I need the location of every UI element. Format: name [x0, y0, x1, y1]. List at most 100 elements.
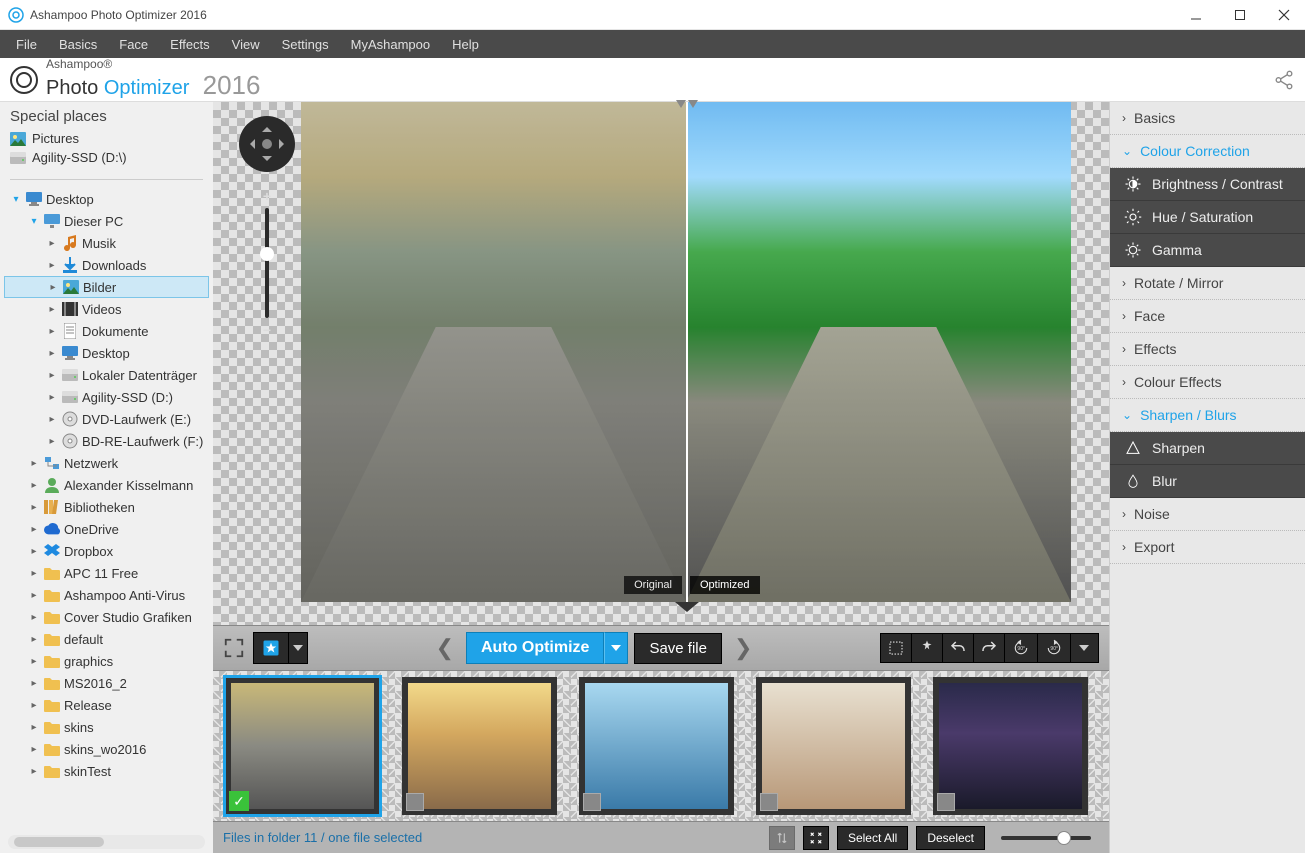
- menu-settings[interactable]: Settings: [272, 33, 339, 56]
- place-agility-ssd-d-[interactable]: Agility-SSD (D:\): [10, 148, 203, 167]
- panel-face[interactable]: ›Face: [1110, 300, 1305, 333]
- split-divider[interactable]: [686, 102, 688, 602]
- expand-arrow-icon[interactable]: ▸: [28, 524, 40, 535]
- tree-lokaler-datentr-ger[interactable]: ▸Lokaler Datenträger: [4, 364, 209, 386]
- undo-button[interactable]: [943, 633, 974, 663]
- tree-dvd-laufwerk-e-[interactable]: ▸DVD-Laufwerk (E:): [4, 408, 209, 430]
- tree-desktop[interactable]: ▸Desktop: [4, 342, 209, 364]
- tree-cover-studio-grafiken[interactable]: ▸Cover Studio Grafiken: [4, 606, 209, 628]
- tree-dieser-pc[interactable]: ▾Dieser PC: [4, 210, 209, 232]
- thumb-zoom-slider[interactable]: [1001, 836, 1091, 840]
- expand-arrow-icon[interactable]: ▸: [28, 612, 40, 623]
- place-pictures[interactable]: Pictures: [10, 129, 203, 148]
- thumbnail-1[interactable]: ✓: [225, 677, 380, 815]
- check-box[interactable]: [406, 793, 424, 811]
- tree-agility-ssd-d-[interactable]: ▸Agility-SSD (D:): [4, 386, 209, 408]
- expand-arrow-icon[interactable]: ▸: [46, 304, 58, 315]
- menu-myashampoo[interactable]: MyAshampoo: [341, 33, 440, 56]
- menu-view[interactable]: View: [222, 33, 270, 56]
- expand-arrow-icon[interactable]: ▸: [46, 370, 58, 381]
- tree-skins-wo2016[interactable]: ▸skins_wo2016: [4, 738, 209, 760]
- tree-dokumente[interactable]: ▸Dokumente: [4, 320, 209, 342]
- expand-arrow-icon[interactable]: ▸: [28, 722, 40, 733]
- panel-colour-effects[interactable]: ›Colour Effects: [1110, 366, 1305, 399]
- expand-arrow-icon[interactable]: ▸: [46, 414, 58, 425]
- panel-export[interactable]: ›Export: [1110, 531, 1305, 564]
- expand-arrow-icon[interactable]: ▸: [28, 458, 40, 469]
- panel-rotate-mirror[interactable]: ›Rotate / Mirror: [1110, 267, 1305, 300]
- compare-view[interactable]: Original Optimized: [301, 102, 1071, 602]
- tree-alexander-kisselmann[interactable]: ▸Alexander Kisselmann: [4, 474, 209, 496]
- tree-onedrive[interactable]: ▸OneDrive: [4, 518, 209, 540]
- check-box[interactable]: [583, 793, 601, 811]
- panel-sub-gamma[interactable]: Gamma: [1110, 234, 1305, 267]
- thumbnail-2[interactable]: [402, 677, 557, 815]
- tree-skins[interactable]: ▸skins: [4, 716, 209, 738]
- expand-arrow-icon[interactable]: ▸: [47, 282, 59, 293]
- panel-sub-sharpen[interactable]: Sharpen: [1110, 432, 1305, 465]
- horizontal-scrollbar[interactable]: [8, 835, 205, 849]
- thumbnail-5[interactable]: [933, 677, 1088, 815]
- tree-videos[interactable]: ▸Videos: [4, 298, 209, 320]
- tree-bilder[interactable]: ▸Bilder: [4, 276, 209, 298]
- tree-default[interactable]: ▸default: [4, 628, 209, 650]
- share-button[interactable]: [1273, 69, 1295, 91]
- auto-optimize-button[interactable]: Auto Optimize: [466, 632, 604, 664]
- panel-effects[interactable]: ›Effects: [1110, 333, 1305, 366]
- menu-file[interactable]: File: [6, 33, 47, 56]
- crop-button[interactable]: [880, 633, 912, 663]
- expand-arrow-icon[interactable]: ▸: [46, 260, 58, 271]
- select-all-button[interactable]: Select All: [837, 826, 908, 850]
- minimize-button[interactable]: [1183, 5, 1209, 25]
- deselect-button[interactable]: Deselect: [916, 826, 985, 850]
- panel-noise[interactable]: ›Noise: [1110, 498, 1305, 531]
- panel-sub-hue-saturation[interactable]: Hue / Saturation: [1110, 201, 1305, 234]
- rotate-left-button[interactable]: 90°: [1005, 633, 1038, 663]
- zoom-in-button[interactable]: +: [263, 188, 271, 204]
- next-image-button[interactable]: ❯: [728, 635, 758, 661]
- fullscreen-button[interactable]: [223, 637, 245, 659]
- tree-downloads[interactable]: ▸Downloads: [4, 254, 209, 276]
- menu-effects[interactable]: Effects: [160, 33, 220, 56]
- expand-arrow-icon[interactable]: ▸: [28, 590, 40, 601]
- tree-bd-re-laufwerk-f-[interactable]: ▸BD-RE-Laufwerk (F:): [4, 430, 209, 452]
- panel-basics[interactable]: ›Basics: [1110, 102, 1305, 135]
- prev-image-button[interactable]: ❮: [430, 635, 460, 661]
- tree-graphics[interactable]: ▸graphics: [4, 650, 209, 672]
- expand-arrow-icon[interactable]: ▸: [46, 392, 58, 403]
- expand-arrow-icon[interactable]: ▸: [28, 766, 40, 777]
- redo-button[interactable]: [974, 633, 1005, 663]
- expand-arrow-icon[interactable]: ▸: [46, 238, 58, 249]
- expand-arrow-icon[interactable]: ▸: [46, 326, 58, 337]
- thumbnail-4[interactable]: [756, 677, 911, 815]
- rotate-right-button[interactable]: 90°: [1038, 633, 1071, 663]
- expand-arrow-icon[interactable]: ▸: [28, 744, 40, 755]
- fit-button[interactable]: [803, 826, 829, 850]
- tree-netzwerk[interactable]: ▸Netzwerk: [4, 452, 209, 474]
- menu-basics[interactable]: Basics: [49, 33, 107, 56]
- pan-pad[interactable]: [239, 116, 295, 172]
- expand-arrow-icon[interactable]: ▸: [28, 568, 40, 579]
- expand-arrow-icon[interactable]: ▸: [28, 480, 40, 491]
- menu-help[interactable]: Help: [442, 33, 489, 56]
- panel-colour-correction[interactable]: ⌄Colour Correction: [1110, 135, 1305, 168]
- expand-arrow-icon[interactable]: ▸: [28, 678, 40, 689]
- save-file-button[interactable]: Save file: [634, 633, 722, 664]
- expand-arrow-icon[interactable]: ▸: [28, 634, 40, 645]
- maximize-button[interactable]: [1227, 5, 1253, 25]
- expand-arrow-icon[interactable]: ▸: [46, 348, 58, 359]
- expand-arrow-icon[interactable]: ▸: [28, 656, 40, 667]
- tree-bibliotheken[interactable]: ▸Bibliotheken: [4, 496, 209, 518]
- expand-arrow-icon[interactable]: ▸: [28, 502, 40, 513]
- tree-apc-11-free[interactable]: ▸APC 11 Free: [4, 562, 209, 584]
- panel-sharpen-blurs[interactable]: ⌄Sharpen / Blurs: [1110, 399, 1305, 432]
- favorite-dropdown[interactable]: [289, 632, 308, 664]
- zoom-slider[interactable]: + −: [259, 188, 275, 338]
- tree-musik[interactable]: ▸Musik: [4, 232, 209, 254]
- menu-face[interactable]: Face: [109, 33, 158, 56]
- tree-desktop[interactable]: ▾Desktop: [4, 188, 209, 210]
- tools-dropdown[interactable]: [1071, 633, 1099, 663]
- thumbnail-3[interactable]: [579, 677, 734, 815]
- expand-arrow-icon[interactable]: ▾: [28, 216, 40, 227]
- panel-sub-brightness-contrast[interactable]: Brightness / Contrast: [1110, 168, 1305, 201]
